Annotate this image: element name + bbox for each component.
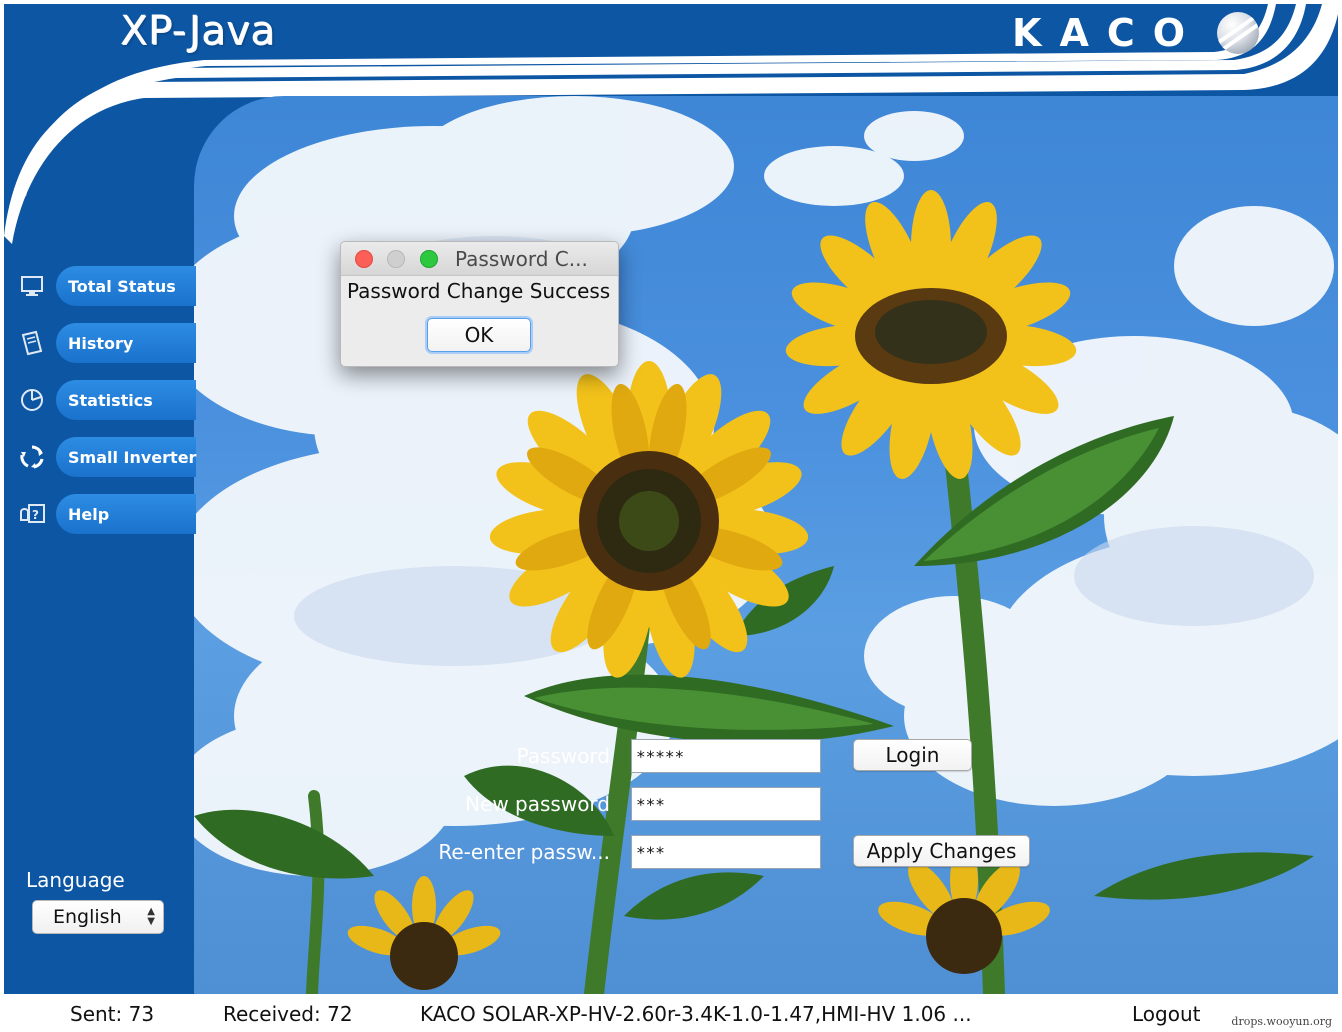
main-frame: XP-Java KACO Total Status History Statis…	[4, 4, 1338, 994]
brand-globe-icon	[1217, 12, 1260, 54]
sidebar-item-statistics[interactable]: Statistics	[4, 380, 196, 420]
zoom-window-button[interactable]	[420, 250, 438, 268]
sidebar-pill: Statistics	[56, 380, 196, 420]
pie-chart-icon	[21, 389, 43, 411]
sidebar-item-history[interactable]: History	[4, 323, 196, 363]
reenter-password-input[interactable]	[631, 835, 821, 869]
password-input[interactable]	[631, 739, 821, 773]
sidebar-pill: Total Status	[56, 266, 196, 306]
firmware-version: KACO SOLAR-XP-HV-2.60r-3.4K-1.0-1.47,HMI…	[420, 1002, 972, 1026]
new-password-label: New password	[465, 792, 610, 816]
logout-link[interactable]: Logout	[1132, 1002, 1200, 1026]
sidebar-item-label: Total Status	[68, 276, 176, 296]
brand-wordmark: KACO	[1012, 11, 1204, 55]
apply-changes-button[interactable]: Apply Changes	[853, 835, 1030, 867]
sidebar-nav: Total Status History Statistics Small In…	[4, 266, 196, 551]
sent-count: Sent: 73	[70, 1002, 155, 1026]
login-button[interactable]: Login	[853, 739, 972, 771]
sidebar-item-label: Small Inverter	[68, 447, 197, 467]
sidebar-pill: Small Inverter	[56, 437, 196, 477]
close-window-button[interactable]	[355, 250, 373, 268]
history-icon	[21, 330, 43, 356]
password-label: Password	[516, 744, 610, 768]
password-change-dialog: Password C... Password Change Success OK	[340, 241, 619, 367]
status-bar: Sent: 73 Received: 72 KACO SOLAR-XP-HV-2…	[4, 994, 1338, 1032]
language-selected-value: English	[53, 906, 122, 928]
brand-logo: KACO	[1012, 10, 1260, 56]
ok-button[interactable]: OK	[427, 318, 531, 352]
received-count: Received: 72	[223, 1002, 353, 1026]
sidebar-item-total-status[interactable]: Total Status	[4, 266, 196, 306]
updown-arrows-icon: ▲ ▼	[147, 906, 155, 927]
sidebar-item-label: Help	[68, 504, 110, 524]
sidebar-pill: Help	[56, 494, 196, 534]
new-password-input[interactable]	[631, 787, 821, 821]
help-icon: ?	[20, 504, 45, 523]
sidebar-pill: History	[56, 323, 196, 363]
dialog-title: Password C...	[455, 247, 588, 271]
dialog-titlebar[interactable]: Password C...	[341, 242, 618, 276]
dialog-message: Password Change Success	[347, 279, 611, 303]
sidebar-item-label: Statistics	[68, 390, 153, 410]
reenter-password-label: Re-enter passw...	[438, 840, 610, 864]
minimize-window-button[interactable]	[387, 250, 405, 268]
sidebar-item-small-inverter[interactable]: Small Inverter	[4, 437, 196, 477]
app-title: XP-Java	[120, 8, 276, 54]
language-dropdown[interactable]: English ▲ ▼	[32, 900, 164, 934]
language-label: Language	[26, 868, 125, 892]
monitor-icon	[21, 276, 43, 296]
recycle-icon	[20, 445, 44, 469]
sidebar-item-help[interactable]: ? Help	[4, 494, 196, 534]
app-window: XP-Java KACO Total Status History Statis…	[0, 0, 1342, 1032]
watermark: drops.wooyun.org	[1231, 1015, 1332, 1028]
sidebar-item-label: History	[68, 333, 134, 353]
svg-text:?: ?	[32, 508, 39, 522]
